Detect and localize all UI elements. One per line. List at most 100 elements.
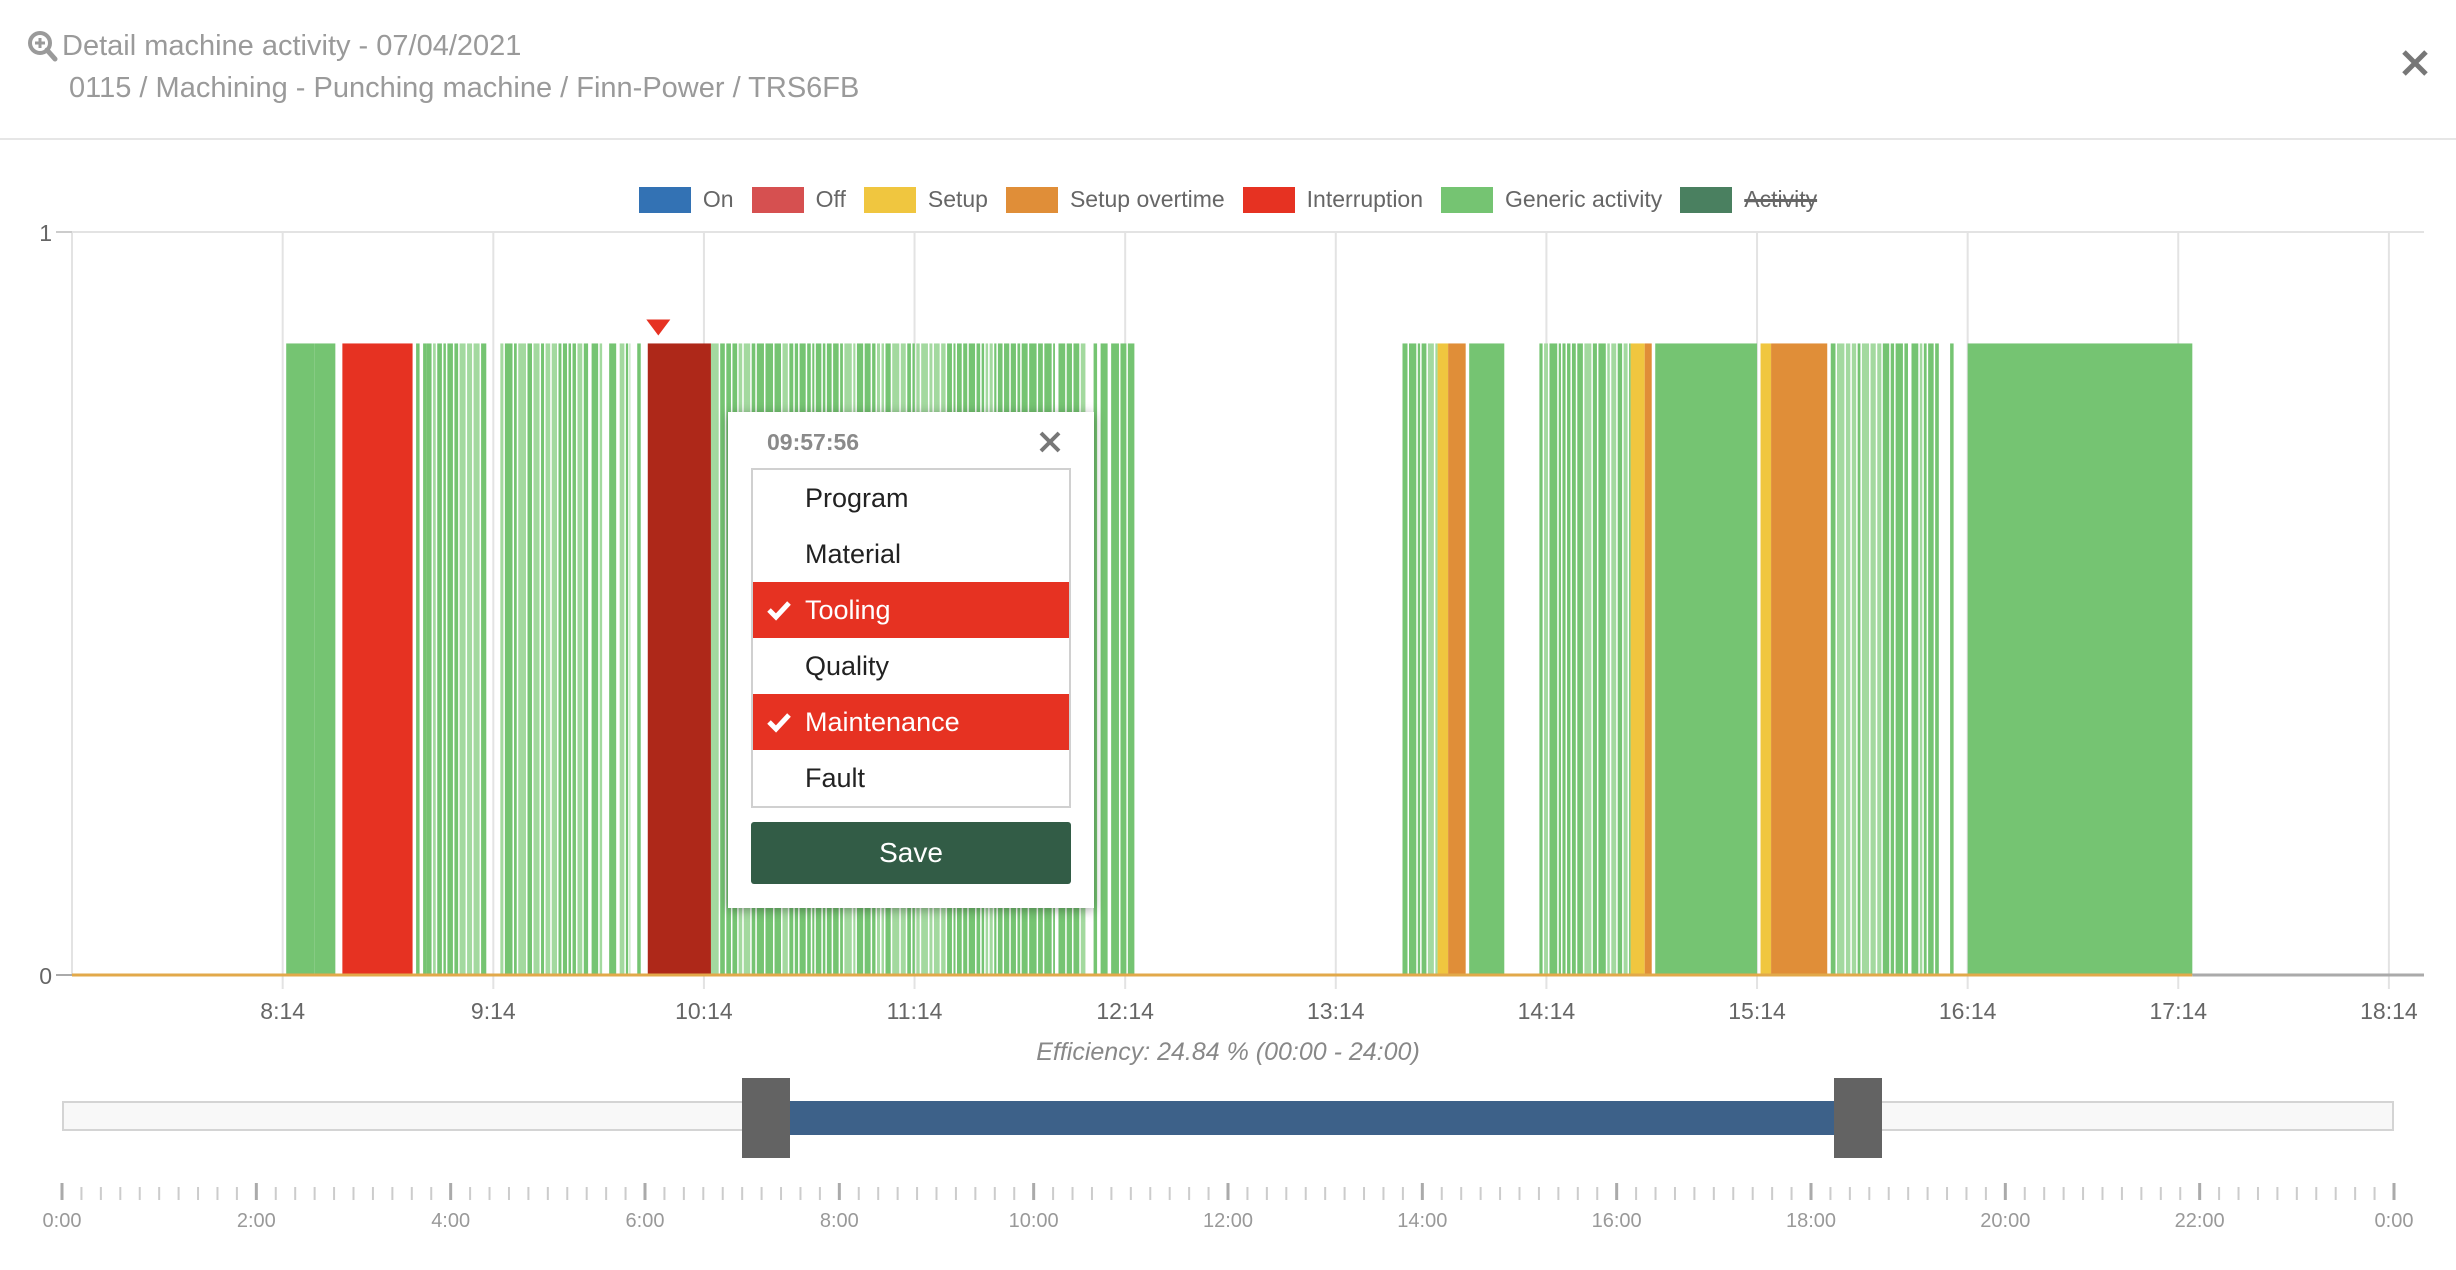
generic-activity-bar-group bbox=[426, 343, 487, 975]
generic-bar bbox=[637, 343, 641, 975]
reason-option-tooling[interactable]: Tooling bbox=[753, 582, 1069, 638]
generic-activity-bar bbox=[473, 343, 480, 975]
generic-activity-bar bbox=[1877, 343, 1882, 975]
y-tick-label: 1 bbox=[39, 220, 52, 246]
brush-tick-label: 14:00 bbox=[1397, 1210, 1447, 1232]
reason-option-label: Maintenance bbox=[805, 706, 960, 737]
generic-bar bbox=[286, 343, 315, 975]
generic-activity-bar bbox=[1845, 343, 1851, 975]
generic-activity-bar bbox=[1857, 343, 1861, 975]
x-tick-label: 10:14 bbox=[675, 998, 733, 1024]
bars-layer bbox=[72, 319, 2424, 977]
generic-activity-bar bbox=[720, 343, 725, 975]
generic-bar bbox=[416, 343, 420, 975]
generic-activity-bar bbox=[599, 343, 603, 975]
reason-option-quality[interactable]: Quality bbox=[753, 638, 1069, 694]
brush-tick-label: 12:00 bbox=[1203, 1210, 1253, 1232]
generic-activity-bar bbox=[1409, 343, 1417, 975]
generic-activity-bar bbox=[426, 343, 432, 975]
brush-tick-label: 0:00 bbox=[43, 1210, 82, 1232]
generic-activity-bar bbox=[625, 343, 629, 975]
generic-activity-bar bbox=[1919, 343, 1923, 975]
x-tick-label: 8:14 bbox=[260, 998, 305, 1024]
popup-close-button[interactable] bbox=[1038, 430, 1062, 454]
generic-activity-bar bbox=[1592, 343, 1597, 975]
save-button[interactable]: Save bbox=[751, 822, 1071, 884]
generic-activity-bar bbox=[467, 343, 473, 975]
x-tick-label: 9:14 bbox=[471, 998, 516, 1024]
generic-activity-bar bbox=[562, 343, 568, 975]
generic-activity-bar bbox=[1127, 343, 1135, 975]
generic-activity-bar bbox=[1890, 343, 1895, 975]
brush-tick-label: 8:00 bbox=[820, 1210, 859, 1232]
y-tick-label: 0 bbox=[39, 963, 52, 989]
generic-activity-bar bbox=[1549, 343, 1558, 975]
brush-tick-label: 0:00 bbox=[2375, 1210, 2414, 1232]
generic-activity-bar bbox=[437, 343, 442, 975]
generic-activity-bar bbox=[1584, 343, 1592, 975]
generic-activity-bar-group bbox=[1402, 343, 1438, 975]
generic-activity-bar bbox=[1617, 343, 1623, 975]
generic-activity-bar bbox=[1402, 343, 1408, 975]
generic-activity-bar bbox=[500, 343, 504, 975]
generic-activity-bar bbox=[447, 343, 453, 975]
generic-activity-bar bbox=[433, 343, 436, 975]
generic-bar bbox=[1093, 343, 1098, 975]
efficiency-label: Efficiency: 24.84 % (00:00 - 24:00) bbox=[1036, 1038, 1420, 1066]
generic-activity-bar bbox=[504, 343, 513, 975]
generic-activity-bar-group bbox=[1539, 343, 1631, 975]
range-brush-selection[interactable] bbox=[790, 1101, 1834, 1135]
generic-activity-bar bbox=[572, 343, 576, 975]
reason-option-material[interactable]: Material bbox=[753, 526, 1069, 582]
generic-activity-bar bbox=[1836, 343, 1845, 975]
x-tick-label: 16:14 bbox=[1939, 998, 1997, 1024]
generic-bar bbox=[1655, 343, 1758, 975]
generic-activity-bar-group bbox=[500, 343, 589, 975]
checkmark-icon bbox=[753, 711, 805, 733]
reason-option-label: Material bbox=[805, 538, 902, 569]
reason-option-program[interactable]: Program bbox=[753, 470, 1069, 526]
x-tick-label: 13:14 bbox=[1307, 998, 1365, 1024]
generic-activity-bar bbox=[1923, 343, 1927, 975]
generic-activity-bar bbox=[1851, 343, 1857, 975]
selection-marker-icon bbox=[646, 319, 671, 336]
reason-option-fault[interactable]: Fault bbox=[753, 750, 1069, 806]
brush-tick-label: 6:00 bbox=[626, 1210, 665, 1232]
x-tick-label: 12:14 bbox=[1096, 998, 1154, 1024]
generic-activity-bar bbox=[1629, 343, 1631, 975]
reason-option-maintenance[interactable]: Maintenance bbox=[753, 694, 1069, 750]
reason-option-list: Program Material Tooling Quality Maintenance… bbox=[751, 468, 1071, 808]
generic-activity-bar bbox=[1904, 343, 1908, 975]
generic-activity-bar bbox=[459, 343, 466, 975]
generic-activity-bar bbox=[1120, 343, 1127, 975]
generic-activity-bar bbox=[1577, 343, 1583, 975]
generic-activity-bar bbox=[1882, 343, 1890, 975]
generic-activity-bar-group bbox=[1111, 343, 1135, 975]
setup-bar bbox=[1630, 343, 1645, 975]
generic-activity-bar bbox=[1544, 343, 1548, 975]
generic-activity-bar bbox=[1870, 343, 1876, 975]
brush-tick-label: 20:00 bbox=[1980, 1210, 2030, 1232]
reason-option-label: Program bbox=[805, 482, 909, 513]
range-brush-right-handle[interactable] bbox=[1833, 1078, 1882, 1158]
generic-activity-bar bbox=[591, 343, 599, 975]
setup-overtime-bar bbox=[1644, 343, 1652, 975]
generic-activity-bar bbox=[1861, 343, 1870, 975]
generic-activity-bar bbox=[577, 343, 583, 975]
generic-activity-bar bbox=[1562, 343, 1566, 975]
generic-activity-bar bbox=[568, 343, 572, 975]
brush-tick-label: 2:00 bbox=[237, 1210, 276, 1232]
generic-activity-bar bbox=[1895, 343, 1903, 975]
generic-activity-bar bbox=[518, 343, 526, 975]
reason-option-label: Quality bbox=[805, 650, 890, 681]
generic-activity-bar bbox=[1611, 343, 1617, 975]
checkmark-icon bbox=[753, 599, 805, 621]
x-tick-label: 17:14 bbox=[2149, 998, 2207, 1024]
setup-overtime-bar bbox=[1448, 343, 1466, 975]
generic-activity-bar bbox=[1417, 343, 1421, 975]
interruption-selected-bar bbox=[647, 343, 711, 975]
generic-activity-bar bbox=[1830, 343, 1836, 975]
generic-activity-bar bbox=[619, 343, 625, 975]
range-brush-left-handle[interactable] bbox=[742, 1078, 791, 1158]
generic-activity-bar bbox=[1607, 343, 1610, 975]
